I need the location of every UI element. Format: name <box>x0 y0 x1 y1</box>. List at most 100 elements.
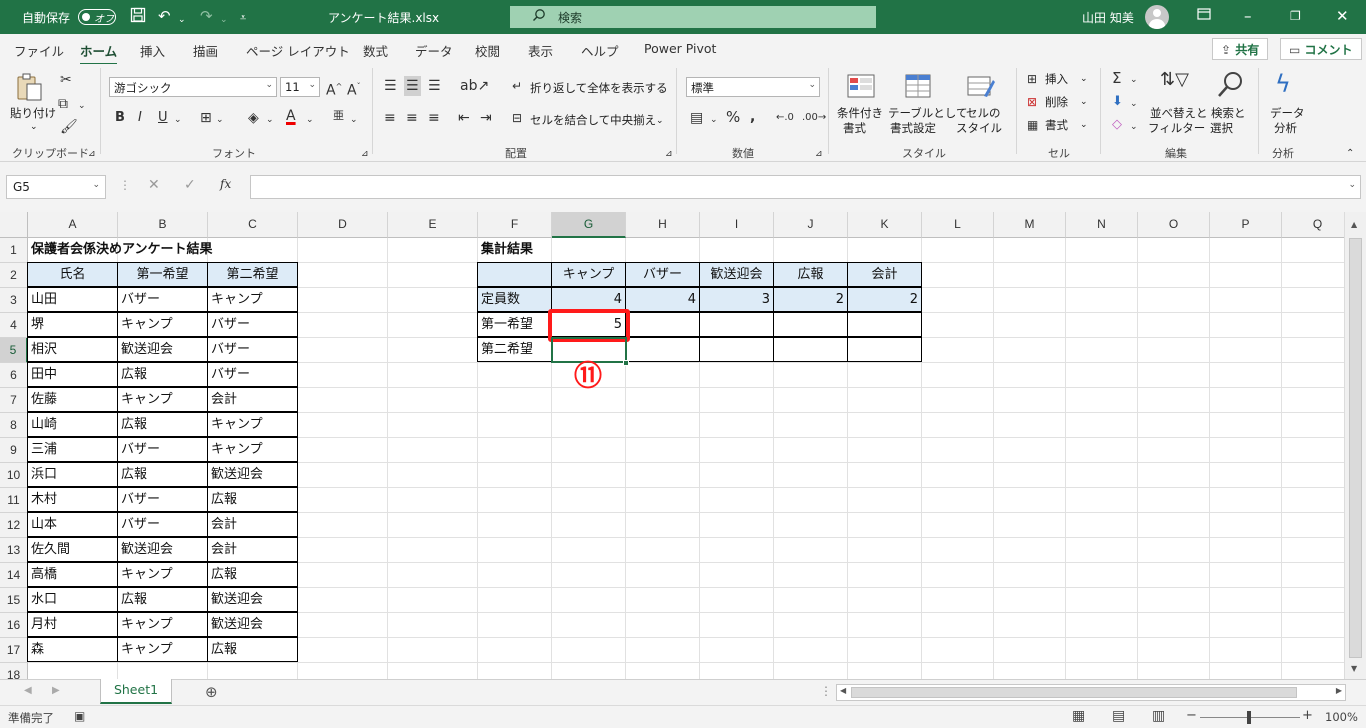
summary-value-cell[interactable] <box>699 312 774 337</box>
fill-icon[interactable]: ⬇ <box>1112 94 1123 110</box>
vertical-scrollbar[interactable]: ▲ ▼ <box>1344 212 1366 679</box>
accounting-format-icon[interactable]: ▤ <box>690 110 703 126</box>
bold-icon[interactable]: B <box>115 110 125 126</box>
tab-review[interactable]: 校閲 <box>475 41 500 60</box>
tab-help[interactable]: ヘルプ <box>581 41 619 60</box>
font-color-icon[interactable]: A <box>286 108 296 124</box>
survey-header-cell[interactable]: 氏名 <box>27 262 118 287</box>
italic-icon[interactable]: I <box>138 110 142 126</box>
horizontal-scroll-thumb[interactable] <box>851 687 1297 698</box>
prev-sheet-icon[interactable]: ◀ <box>24 685 32 696</box>
survey-cell[interactable]: 水口 <box>27 587 118 612</box>
summary-value-cell[interactable] <box>625 312 700 337</box>
tab-insert[interactable]: 挿入 <box>140 41 165 60</box>
decrease-font-icon[interactable]: Aˇ <box>347 79 361 99</box>
analyze-data-label-2[interactable]: 分析 <box>1274 121 1297 135</box>
survey-cell[interactable]: 広報 <box>207 637 298 662</box>
survey-cell[interactable]: 歓送迎会 <box>207 612 298 637</box>
delete-cells-icon[interactable]: ⊠ <box>1027 94 1037 110</box>
file-name[interactable]: アンケート結果.xlsx <box>328 9 439 26</box>
scroll-up-icon[interactable]: ▲ <box>1351 220 1357 229</box>
new-sheet-icon[interactable]: ⊕ <box>205 683 218 701</box>
cell-styles-label-1[interactable]: セルの <box>966 106 1001 120</box>
survey-cell[interactable]: 広報 <box>117 587 208 612</box>
vertical-scroll-thumb[interactable] <box>1349 238 1362 658</box>
conditional-formatting-icon[interactable] <box>846 72 876 102</box>
clear-dropdown-icon[interactable]: ⌄ <box>1130 119 1138 135</box>
align-left-icon[interactable]: ≡ <box>384 110 396 126</box>
sheet-tab-sheet1[interactable]: Sheet1 <box>100 679 172 704</box>
tab-formulas[interactable]: 数式 <box>363 41 388 60</box>
summary-value-cell[interactable]: 3 <box>699 287 774 312</box>
column-header-P[interactable]: P <box>1210 212 1282 238</box>
column-header-E[interactable]: E <box>388 212 478 238</box>
find-select-label-1[interactable]: 検索と <box>1211 106 1246 120</box>
survey-cell[interactable]: キャンプ <box>207 437 298 462</box>
font-size-combo[interactable]: 11 ⌄ <box>280 77 320 97</box>
phonetic-guide-icon[interactable]: 亜 <box>333 108 344 124</box>
comma-style-icon[interactable]: , <box>750 109 755 125</box>
analyze-data-icon[interactable]: ϟ <box>1275 70 1291 98</box>
summary-row-label[interactable]: 第一希望 <box>477 312 552 337</box>
macro-recording-icon[interactable]: ▣ <box>74 709 85 723</box>
row-header-10[interactable]: 10 <box>0 463 28 488</box>
column-header-A[interactable]: A <box>28 212 118 238</box>
orientation-icon[interactable]: ab↗ <box>460 78 489 94</box>
summary-row-label[interactable]: 定員数 <box>477 287 552 312</box>
row-header-8[interactable]: 8 <box>0 413 28 438</box>
survey-cell[interactable]: バザー <box>207 362 298 387</box>
row-header-16[interactable]: 16 <box>0 613 28 638</box>
scroll-down-icon[interactable]: ▼ <box>1351 664 1357 673</box>
paste-dropdown-icon[interactable]: ⌄ <box>30 120 38 134</box>
survey-cell[interactable]: 広報 <box>117 362 208 387</box>
row-header-4[interactable]: 4 <box>0 313 28 338</box>
format-as-table-label-1[interactable]: テーブルとして <box>888 106 967 120</box>
column-header-I[interactable]: I <box>700 212 774 238</box>
insert-function-icon[interactable]: fx <box>220 177 231 191</box>
underline-icon[interactable]: U <box>158 110 168 126</box>
number-launcher-icon[interactable]: ⊿ <box>815 146 823 162</box>
zoom-slider-thumb[interactable] <box>1247 711 1251 724</box>
summary-header-cell[interactable]: 歓送迎会 <box>699 262 774 287</box>
undo-icon[interactable]: ↶ <box>158 7 171 25</box>
analyze-data-label-1[interactable]: データ <box>1270 106 1305 120</box>
survey-header-cell[interactable]: 第二希望 <box>207 262 298 287</box>
row-header-18[interactable]: 18 <box>0 663 28 679</box>
survey-cell[interactable]: 月村 <box>27 612 118 637</box>
column-header-K[interactable]: K <box>848 212 922 238</box>
autosave-toggle[interactable]: オフ <box>78 9 116 25</box>
phonetic-dropdown-icon[interactable]: ⌄ <box>350 112 358 128</box>
autosum-dropdown-icon[interactable]: ⌄ <box>1130 72 1138 88</box>
format-cells-button[interactable]: 書式 <box>1045 118 1068 132</box>
alignment-launcher-icon[interactable]: ⊿ <box>665 146 673 162</box>
copy-icon[interactable]: ⧉ <box>58 96 68 112</box>
conditional-formatting-label-2[interactable]: 書式 <box>843 121 866 135</box>
comment-button[interactable]: ▭ コメント <box>1280 38 1362 60</box>
increase-decimal-icon[interactable]: ←.0 <box>776 110 794 126</box>
survey-cell[interactable]: 浜口 <box>27 462 118 487</box>
tab-home[interactable]: ホーム <box>80 41 118 66</box>
format-painter-icon[interactable]: 🖌 <box>60 119 78 135</box>
merge-center-button[interactable]: セルを結合して中央揃え <box>530 113 656 127</box>
survey-cell[interactable]: 森 <box>27 637 118 662</box>
wrap-text-icon[interactable]: ↵ <box>512 78 522 94</box>
summary-value-cell[interactable]: 2 <box>847 287 922 312</box>
sort-filter-icon[interactable]: ⇅▽ <box>1160 71 1189 89</box>
survey-cell[interactable]: バザー <box>117 287 208 312</box>
name-box[interactable]: G5 ⌄ <box>6 175 106 199</box>
row-header-7[interactable]: 7 <box>0 388 28 413</box>
row-header-6[interactable]: 6 <box>0 363 28 388</box>
summary-title[interactable]: 集計結果 <box>478 238 628 263</box>
survey-cell[interactable]: 山田 <box>27 287 118 312</box>
delete-dropdown-icon[interactable]: ⌄ <box>1080 95 1088 109</box>
font-color-dropdown-icon[interactable]: ⌄ <box>306 112 314 128</box>
name-box-dropdown-icon[interactable]: ⌄ <box>92 180 100 190</box>
column-header-H[interactable]: H <box>626 212 700 238</box>
summary-value-cell[interactable] <box>847 337 922 362</box>
align-middle-icon[interactable]: ☰ <box>404 76 421 96</box>
survey-cell[interactable]: 広報 <box>117 462 208 487</box>
survey-cell[interactable]: 佐藤 <box>27 387 118 412</box>
horizontal-scrollbar[interactable]: ◀ ▶ <box>836 684 1346 701</box>
column-header-G[interactable]: G <box>552 212 626 238</box>
survey-cell[interactable]: バザー <box>117 512 208 537</box>
